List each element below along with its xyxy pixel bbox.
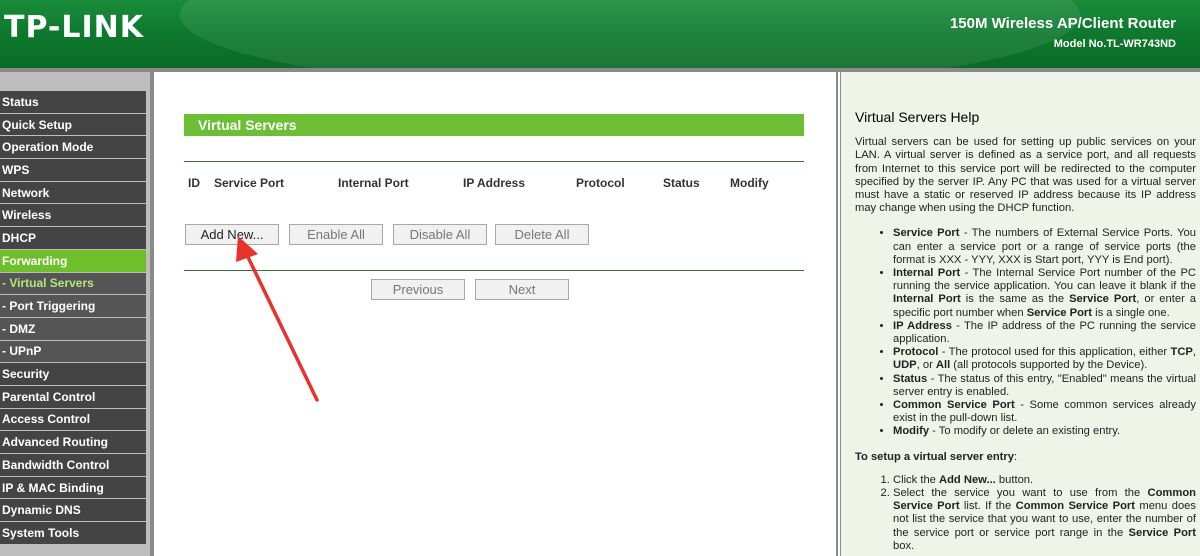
add-new-button[interactable]: Add New... bbox=[185, 224, 279, 245]
sidebar-item-quick-setup[interactable]: Quick Setup bbox=[0, 113, 146, 137]
sidebar-item-wireless[interactable]: Wireless bbox=[0, 204, 146, 228]
sidebar-item-security[interactable]: Security bbox=[0, 363, 146, 386]
sidebar-item-virtual-servers[interactable]: - Virtual Servers bbox=[0, 272, 146, 296]
table-top-divider bbox=[184, 161, 804, 162]
sidebar-item-parental-control[interactable]: Parental Control bbox=[0, 385, 146, 409]
main-content: Virtual Servers ID Service Port Internal… bbox=[154, 72, 838, 556]
sidebar-item-dhcp[interactable]: DHCP bbox=[0, 227, 146, 250]
sidebar-item-advanced-routing[interactable]: Advanced Routing bbox=[0, 431, 146, 454]
sidebar-item-network[interactable]: Network bbox=[0, 181, 146, 205]
disable-all-button[interactable]: Disable All bbox=[393, 224, 487, 245]
help-item-service-port: Service Port - The numbers of External S… bbox=[893, 227, 1196, 267]
product-name: 150M Wireless AP/Client Router bbox=[949, 15, 1176, 32]
help-intro: Virtual servers can be used for setting … bbox=[855, 136, 1196, 215]
sidebar-item-upnp[interactable]: - UPnP bbox=[0, 340, 146, 364]
column-header-service-port: Service Port bbox=[214, 176, 285, 190]
help-item-status: Status - The status of this entry, "Enab… bbox=[893, 373, 1196, 399]
help-title: Virtual Servers Help bbox=[855, 109, 980, 125]
delete-all-button[interactable]: Delete All bbox=[495, 224, 589, 245]
help-setup-title: To setup a virtual server entry: bbox=[855, 450, 1018, 463]
table-bottom-divider bbox=[184, 270, 804, 271]
sidebar-item-forwarding[interactable]: Forwarding bbox=[0, 249, 146, 273]
sidebar-item-system-tools[interactable]: System Tools bbox=[0, 522, 146, 545]
tp-link-logo: TP-LINK bbox=[4, 10, 145, 45]
next-button[interactable]: Next bbox=[475, 279, 569, 300]
header-decoration bbox=[180, 0, 1080, 68]
sidebar-item-ip-mac-binding[interactable]: IP & MAC Binding bbox=[0, 476, 146, 500]
help-item-internal-port: Internal Port - The Internal Service Por… bbox=[893, 267, 1196, 320]
column-header-internal-port: Internal Port bbox=[338, 176, 409, 190]
help-item-modify: Modify - To modify or delete an existing… bbox=[893, 425, 1196, 438]
column-header-id: ID bbox=[188, 176, 200, 190]
sidebar-item-dmz[interactable]: - DMZ bbox=[0, 317, 146, 341]
help-step-2: Select the service you want to use from … bbox=[893, 487, 1196, 553]
header-banner: TP-LINK 150M Wireless AP/Client Router M… bbox=[0, 0, 1200, 68]
model-number: Model No.TL-WR743ND bbox=[1053, 38, 1176, 50]
help-item-protocol: Protocol - The protocol used for this ap… bbox=[893, 346, 1196, 372]
column-header-protocol: Protocol bbox=[576, 176, 625, 190]
column-header-ip-address: IP Address bbox=[463, 176, 526, 190]
help-item-common-service-port: Common Service Port - Some common servic… bbox=[893, 399, 1196, 425]
help-setup-steps: Click the Add New... button. Select the … bbox=[893, 474, 1196, 553]
sidebar-item-access-control[interactable]: Access Control bbox=[0, 408, 146, 432]
sidebar-item-status[interactable]: Status bbox=[0, 91, 146, 114]
page-title: Virtual Servers bbox=[184, 114, 804, 136]
previous-button[interactable]: Previous bbox=[371, 279, 465, 300]
help-step-1: Click the Add New... button. bbox=[893, 474, 1196, 487]
menu-list: Status Quick Setup Operation Mode WPS Networ… bbox=[0, 91, 150, 545]
help-panel: Virtual Servers Help Virtual servers can… bbox=[840, 72, 1200, 556]
sidebar-item-bandwidth-control[interactable]: Bandwidth Control bbox=[0, 454, 146, 477]
sidebar-item-wps[interactable]: WPS bbox=[0, 159, 146, 182]
help-item-ip-address: IP Address - The IP address of the PC ru… bbox=[893, 320, 1196, 346]
enable-all-button[interactable]: Enable All bbox=[289, 224, 383, 245]
column-header-modify: Modify bbox=[730, 176, 769, 190]
sidebar-item-dynamic-dns[interactable]: Dynamic DNS bbox=[0, 499, 146, 523]
sidebar-menu: Status Quick Setup Operation Mode WPS Networ… bbox=[0, 72, 154, 556]
help-field-list: Service Port - The numbers of External S… bbox=[893, 227, 1196, 438]
sidebar-item-port-triggering[interactable]: - Port Triggering bbox=[0, 295, 146, 318]
sidebar-item-operation-mode[interactable]: Operation Mode bbox=[0, 136, 146, 160]
column-header-status: Status bbox=[663, 176, 700, 190]
